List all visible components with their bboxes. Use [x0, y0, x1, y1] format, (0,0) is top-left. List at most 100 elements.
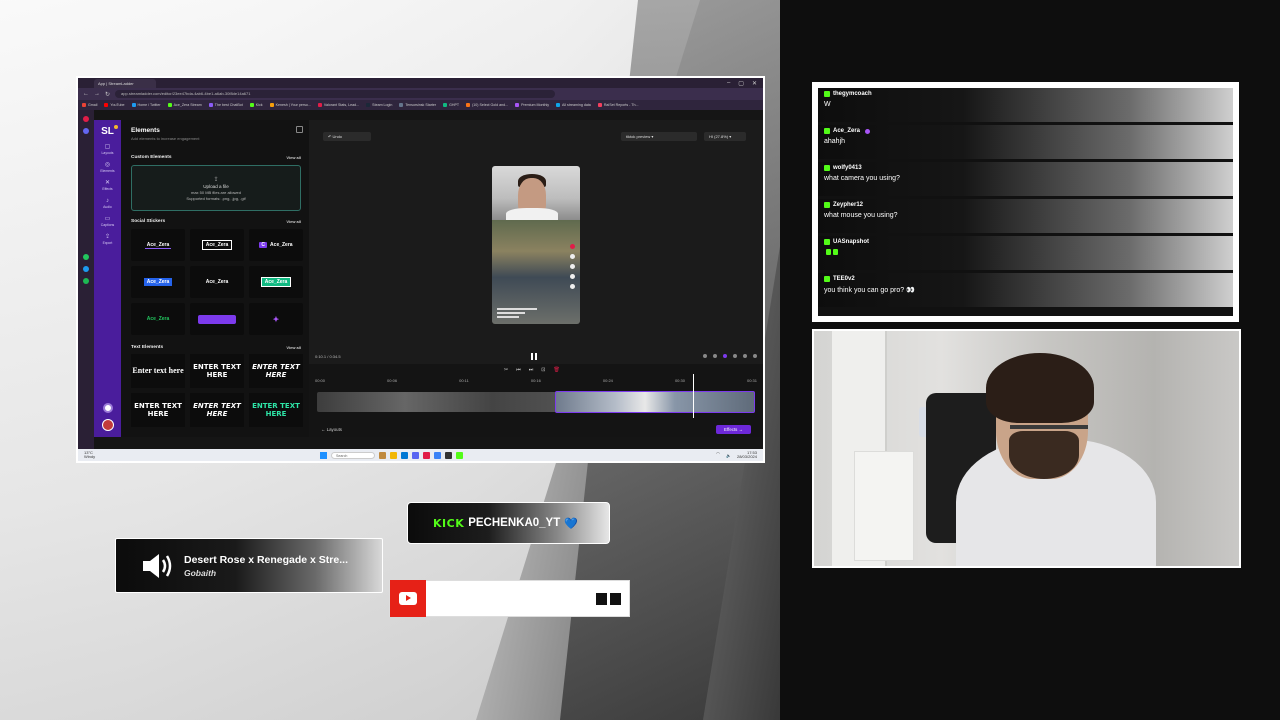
maximize-icon[interactable]: ▢: [738, 80, 744, 87]
playhead[interactable]: [693, 374, 694, 418]
bookmark-item[interactable]: Steam Login: [366, 103, 392, 107]
bookmark-item[interactable]: YouTube: [104, 103, 125, 107]
sticker-item[interactable]: ✦: [249, 303, 303, 335]
minimize-icon[interactable]: –: [727, 80, 730, 87]
video-preview[interactable]: [492, 166, 580, 324]
chat-message: Ace_Zera ahahjh: [818, 125, 1233, 159]
avatar[interactable]: [101, 419, 114, 431]
panel-collapse-icon[interactable]: [296, 126, 303, 133]
rail-item-captions[interactable]: ▭ Captions: [100, 216, 114, 227]
upload-dropzone[interactable]: ⇪ Upload a file max 50 MB files are allo…: [131, 165, 301, 211]
sidebar-app-icon[interactable]: [83, 128, 89, 134]
bookmark-item[interactable]: The best ChatBot: [208, 103, 243, 107]
back-to-layouts-link[interactable]: ← Layouts: [321, 427, 342, 432]
section-title: Social Stickers: [131, 219, 166, 224]
timeline-tick: 00:30: [674, 378, 685, 383]
bookmark-item[interactable]: Kick: [249, 103, 263, 107]
discord-icon[interactable]: [412, 451, 419, 459]
text-element-item[interactable]: ENTER TEXT HERE: [190, 354, 244, 388]
windows-start-icon[interactable]: [320, 451, 327, 459]
view-all-link[interactable]: View all: [286, 219, 301, 224]
now-playing-widget: Desert Rose x Renegade x Stre... Gobaith: [115, 538, 383, 593]
whatsapp-icon[interactable]: [83, 254, 89, 260]
skip-forward-icon[interactable]: ⏭: [529, 367, 534, 373]
pause-button[interactable]: [531, 353, 537, 360]
emote-icon: [833, 249, 838, 255]
text-element-item[interactable]: ENTER TEXT HERE: [249, 393, 303, 427]
speaker-icon: [138, 552, 178, 580]
trim-icon[interactable]: ⊡: [541, 367, 545, 373]
kick-app-icon[interactable]: [456, 451, 463, 459]
sticker-item[interactable]: Ace_Zera: [249, 266, 303, 298]
rail-item-layouts[interactable]: ▢ Layouts: [100, 144, 114, 155]
upload-note: max 50 MB files are allowed: [190, 189, 242, 195]
timeline-tick: 00:11: [459, 378, 469, 383]
split-icon[interactable]: ✂: [504, 367, 508, 373]
app-icon[interactable]: [434, 451, 441, 459]
sticker-item[interactable]: Ace_Zera: [190, 266, 244, 298]
rail-item-audio[interactable]: ♪ Audio: [100, 198, 114, 209]
forward-icon[interactable]: →: [94, 91, 100, 97]
bookmark-item[interactable]: Premium Monthly: [515, 103, 549, 107]
bookmark-item[interactable]: Tensorsinsk Starter: [399, 103, 436, 107]
sticker-item[interactable]: [190, 303, 244, 335]
custom-elements-header: Custom Elements View all: [131, 155, 301, 160]
delete-icon[interactable]: 🗑: [553, 367, 559, 373]
sticker-item[interactable]: Ace_Zera: [190, 229, 244, 261]
selected-clip[interactable]: [555, 391, 755, 413]
chat-message: wolfy0413 what camera you using?: [818, 162, 1233, 196]
edge-icon[interactable]: [401, 451, 408, 459]
bookmark-item[interactable]: Kenesh | Your perso...: [269, 103, 311, 107]
next-effects-button[interactable]: Effects →: [716, 424, 751, 434]
timeline-ruler: 00:00 00:06 00:11 00:16 00:24 00:30 00:31: [315, 378, 757, 383]
kick-badge-icon: [824, 276, 830, 282]
browser-tab[interactable]: App | StreamLadder: [94, 78, 156, 88]
url-field[interactable]: app.streamladder.com/editor/23ee47bda-4a…: [115, 90, 556, 98]
taskbar-clock[interactable]: 17:53 28/03/2024: [737, 451, 757, 459]
explorer-icon[interactable]: [379, 451, 386, 459]
view-all-link[interactable]: View all: [286, 345, 301, 350]
sticker-item[interactable]: Ace_Zera: [131, 303, 185, 335]
rail-item-export[interactable]: ⇪ Export: [100, 234, 114, 245]
back-icon[interactable]: ←: [83, 91, 89, 97]
messenger-icon[interactable]: [83, 266, 89, 272]
censored-blocks: [596, 592, 621, 605]
preview-select[interactable]: tiktok preview ▾: [621, 132, 697, 141]
sticker-item[interactable]: Ace_Zera: [131, 229, 185, 261]
close-icon[interactable]: ✕: [752, 80, 757, 87]
bookmark-item[interactable]: Gmail: [82, 103, 97, 107]
wifi-icon[interactable]: ⌒: [716, 452, 720, 458]
rail-item-elements[interactable]: ◎ Elements: [100, 162, 114, 173]
bookmark-item[interactable]: All streaming data: [556, 103, 591, 107]
weather-widget[interactable]: 13°C Windy: [84, 451, 112, 459]
taskbar-search[interactable]: Search: [331, 451, 375, 459]
reload-icon[interactable]: ↻: [105, 91, 110, 98]
speaker-icon[interactable]: 🔈: [726, 453, 731, 458]
view-all-link[interactable]: View all: [286, 155, 301, 160]
bookmark-item[interactable]: GHPT: [443, 103, 459, 107]
bookmark-item[interactable]: RaiSet Reports - Th...: [597, 103, 639, 107]
undo-button[interactable]: ↶ Undo: [323, 132, 371, 141]
zoom-slider[interactable]: [723, 354, 727, 358]
spotify-icon[interactable]: [83, 278, 89, 284]
help-button[interactable]: [102, 403, 113, 413]
skip-back-icon[interactable]: ⏮: [516, 367, 521, 373]
text-element-item[interactable]: ENTER TEXT HERE: [131, 393, 185, 427]
sidebar-app-icon[interactable]: [83, 116, 89, 122]
stream-chat: thegymcoach W Ace_Zera ahahjh wolfy0413 what …: [812, 82, 1239, 322]
folder-icon[interactable]: [390, 451, 397, 459]
sticker-item[interactable]: Ace_Zera: [131, 266, 185, 298]
text-element-item[interactable]: ENTER TEXT HERE: [249, 354, 303, 388]
sticker-item[interactable]: C Ace_Zera: [249, 229, 303, 261]
bookmark-item[interactable]: (10) Select Gold and...: [466, 103, 508, 107]
bookmark-item[interactable]: Ace_Zera Stream: [167, 103, 202, 107]
text-element-item[interactable]: Enter text here: [131, 354, 185, 388]
quality-select[interactable]: HI (27.8%) ▾: [704, 132, 746, 141]
rail-item-effects[interactable]: ✕ Effects: [100, 180, 114, 191]
bookmark-item[interactable]: Valorant Stats, Lead...: [317, 103, 359, 107]
bookmark-item[interactable]: Home / Twitter: [131, 103, 161, 107]
opera-icon[interactable]: [423, 451, 430, 459]
volume-icon[interactable]: [703, 354, 707, 358]
text-element-item[interactable]: ENTER TEXT HERE: [190, 393, 244, 427]
obs-icon[interactable]: [445, 451, 452, 459]
